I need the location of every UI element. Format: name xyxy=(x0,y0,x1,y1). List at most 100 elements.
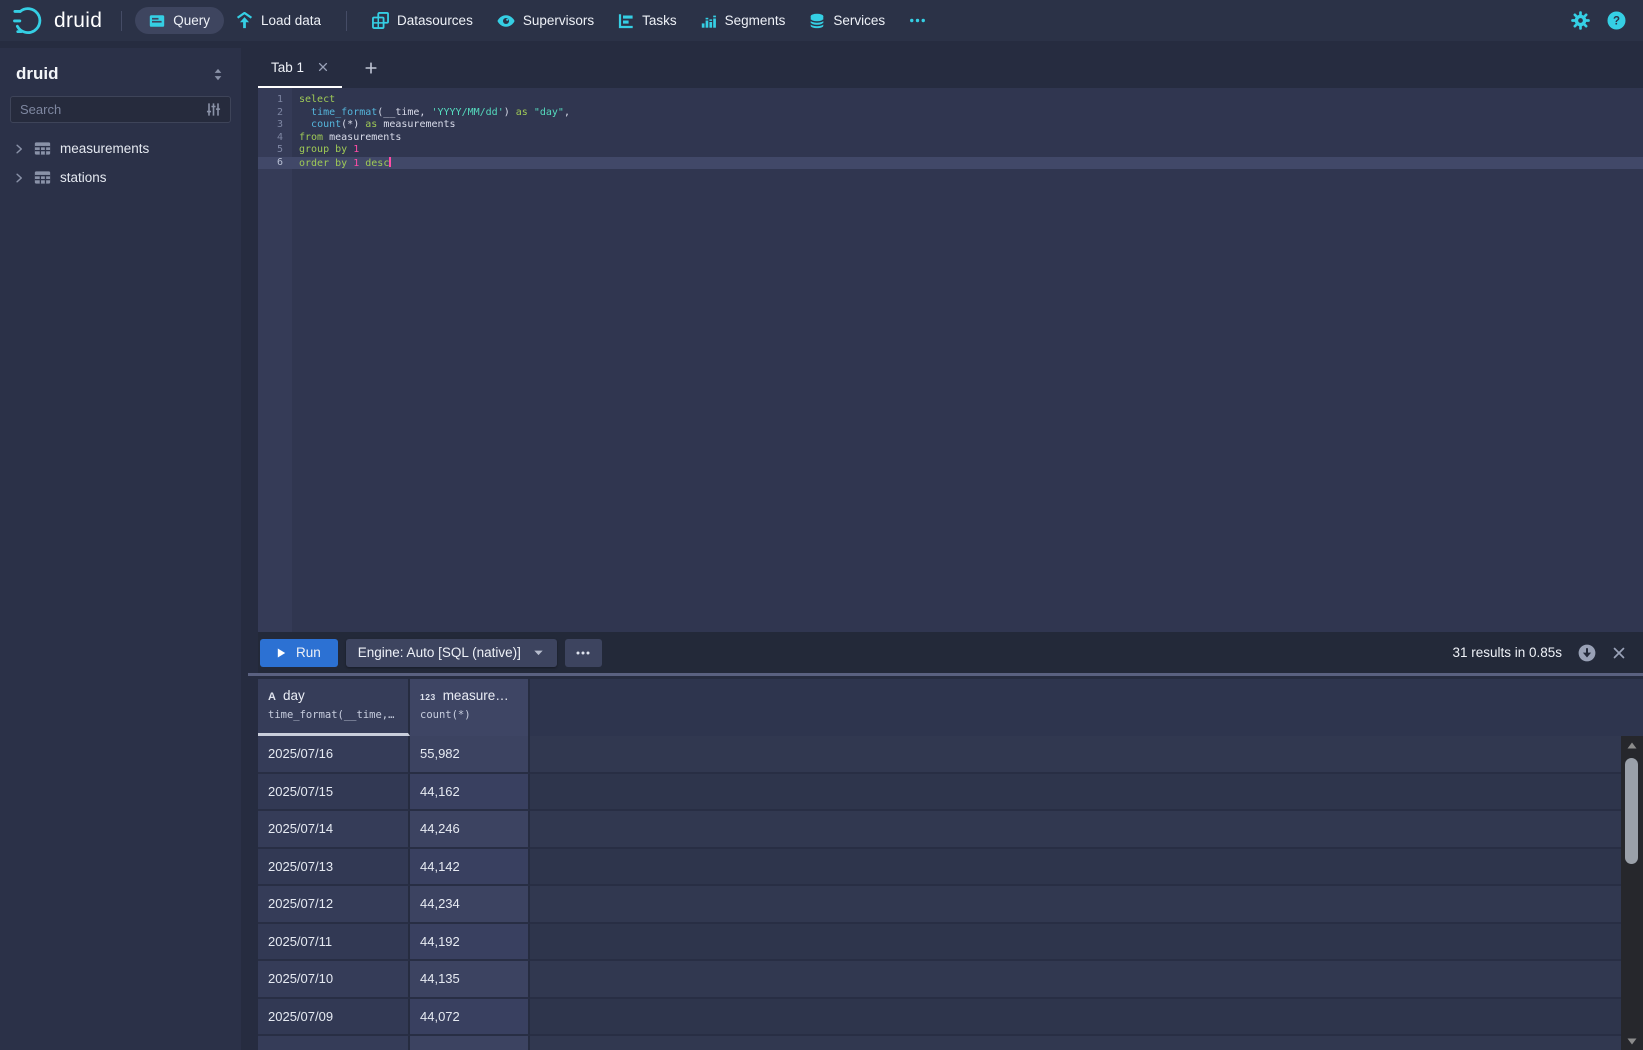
table-grid-icon xyxy=(34,169,51,186)
cell-filler xyxy=(530,774,1643,812)
code-line[interactable]: group by 1 xyxy=(292,144,1643,157)
cell-filler xyxy=(530,811,1643,849)
tree-item-measurements[interactable]: measurements xyxy=(0,134,241,163)
search-input[interactable] xyxy=(20,102,206,117)
nav-item-label: Services xyxy=(833,13,885,28)
tab-1[interactable]: Tab 1 xyxy=(258,48,342,88)
cell-measurements[interactable]: 44,162 xyxy=(410,774,530,812)
table-row[interactable]: 2025/07/1444,246 xyxy=(258,811,1643,849)
results-scrollbar[interactable] xyxy=(1621,736,1643,1050)
cell-filler xyxy=(530,1036,1643,1050)
tab-strip: Tab 1 xyxy=(258,48,1643,88)
add-tab-button[interactable] xyxy=(349,48,393,88)
column-header-day[interactable]: A day time_format(__time,… xyxy=(258,679,410,736)
cell-day[interactable] xyxy=(258,1036,410,1050)
eye-icon xyxy=(497,12,515,30)
cell-measurements[interactable]: 44,142 xyxy=(410,849,530,887)
line-number: 1 xyxy=(258,94,292,107)
tab-close-icon[interactable] xyxy=(317,61,329,73)
nav-item-label: Supervisors xyxy=(523,13,594,28)
cell-day[interactable]: 2025/07/09 xyxy=(258,999,410,1037)
pane-resize-handle[interactable] xyxy=(248,673,1643,676)
schema-sidebar: druid xyxy=(0,48,241,1050)
nav-item-tasks[interactable]: Tasks xyxy=(606,0,689,41)
nav-item-query[interactable]: Query xyxy=(135,7,224,34)
line-number: 5 xyxy=(258,144,292,157)
help-icon[interactable]: ? xyxy=(1607,11,1626,30)
bar-chart-icon xyxy=(701,13,717,29)
database-icon xyxy=(809,13,825,29)
line-number: 3 xyxy=(258,119,292,132)
run-button[interactable]: Run xyxy=(260,639,338,667)
cell-filler xyxy=(530,886,1643,924)
cell-measurements[interactable]: 44,234 xyxy=(410,886,530,924)
chevron-right-icon[interactable] xyxy=(13,172,25,184)
table-row[interactable]: 2025/07/1144,192 xyxy=(258,924,1643,962)
nav-item-label: Load data xyxy=(261,13,321,28)
editor-gutter xyxy=(258,88,292,632)
table-row[interactable]: 2025/07/0944,072 xyxy=(258,999,1643,1037)
cell-measurements[interactable]: 44,192 xyxy=(410,924,530,962)
table-grid-icon xyxy=(34,140,51,157)
chevron-right-icon[interactable] xyxy=(13,143,25,155)
cell-day[interactable]: 2025/07/10 xyxy=(258,961,410,999)
console-icon xyxy=(149,13,165,29)
cell-filler xyxy=(530,961,1643,999)
code-line[interactable]: time_format(__time, 'YYYY/MM/dd') as "da… xyxy=(292,107,1643,120)
nav-item-label: Tasks xyxy=(642,13,677,28)
scroll-down-arrow[interactable] xyxy=(1621,1034,1643,1048)
table-name: stations xyxy=(60,170,107,185)
table-row[interactable] xyxy=(258,1036,1643,1050)
nav-divider xyxy=(346,11,347,31)
code-line[interactable]: select xyxy=(292,94,1643,107)
column-header-measurements[interactable]: 123 measurements count(*) xyxy=(410,679,530,736)
cell-day[interactable]: 2025/07/14 xyxy=(258,811,410,849)
tab-label: Tab 1 xyxy=(271,60,304,75)
cell-day[interactable]: 2025/07/13 xyxy=(258,849,410,887)
run-more-button[interactable] xyxy=(565,639,602,667)
nav-divider xyxy=(121,11,122,31)
column-expression: count(*) xyxy=(420,709,518,721)
filter-sliders-icon[interactable] xyxy=(206,102,221,117)
brand-wordmark: druid xyxy=(54,9,102,33)
nav-item-load-data[interactable]: Load data xyxy=(224,0,333,41)
caret-down-icon xyxy=(532,646,545,659)
close-results-icon[interactable] xyxy=(1612,646,1626,660)
cell-measurements[interactable]: 44,246 xyxy=(410,811,530,849)
cell-day[interactable]: 2025/07/11 xyxy=(258,924,410,962)
sql-editor[interactable]: 123456 select time_format(__time, 'YYYY/… xyxy=(258,88,1643,632)
table-row[interactable]: 2025/07/1655,982 xyxy=(258,736,1643,774)
cell-measurements[interactable]: 44,135 xyxy=(410,961,530,999)
nav-right-cluster: ? xyxy=(1571,11,1631,30)
schema-selector[interactable]: druid xyxy=(0,48,241,96)
nav-item-segments[interactable]: Segments xyxy=(689,0,798,41)
download-icon[interactable] xyxy=(1578,644,1596,662)
nav-item-services[interactable]: Services xyxy=(797,0,897,41)
table-row[interactable]: 2025/07/1244,234 xyxy=(258,886,1643,924)
druid-logo-icon xyxy=(12,4,45,37)
scrollbar-thumb[interactable] xyxy=(1625,758,1638,864)
tree-item-stations[interactable]: stations xyxy=(0,163,241,192)
code-line[interactable]: from measurements xyxy=(292,132,1643,145)
cell-measurements[interactable]: 55,982 xyxy=(410,736,530,774)
nav-item-datasources[interactable]: Datasources xyxy=(360,0,485,41)
cell-day[interactable]: 2025/07/12 xyxy=(258,886,410,924)
engine-label: Engine: Auto [SQL (native)] xyxy=(358,645,521,660)
column-name: day xyxy=(283,688,305,703)
cell-day[interactable]: 2025/07/16 xyxy=(258,736,410,774)
nav-item-supervisors[interactable]: Supervisors xyxy=(485,0,606,41)
cell-day[interactable]: 2025/07/15 xyxy=(258,774,410,812)
engine-select-button[interactable]: Engine: Auto [SQL (native)] xyxy=(346,639,557,667)
table-row[interactable]: 2025/07/1344,142 xyxy=(258,849,1643,887)
line-number: 6 xyxy=(258,157,292,170)
scroll-up-arrow[interactable] xyxy=(1621,738,1643,752)
cell-measurements[interactable] xyxy=(410,1036,530,1050)
cell-measurements[interactable]: 44,072 xyxy=(410,999,530,1037)
table-row[interactable]: 2025/07/1044,135 xyxy=(258,961,1643,999)
gear-icon[interactable] xyxy=(1571,11,1590,30)
druid-logo[interactable]: druid xyxy=(12,4,102,37)
code-line[interactable]: count(*) as measurements xyxy=(292,119,1643,132)
code-line[interactable]: order by 1 desc xyxy=(292,157,1643,170)
table-row[interactable]: 2025/07/1544,162 xyxy=(258,774,1643,812)
nav-more-button[interactable] xyxy=(897,0,938,41)
